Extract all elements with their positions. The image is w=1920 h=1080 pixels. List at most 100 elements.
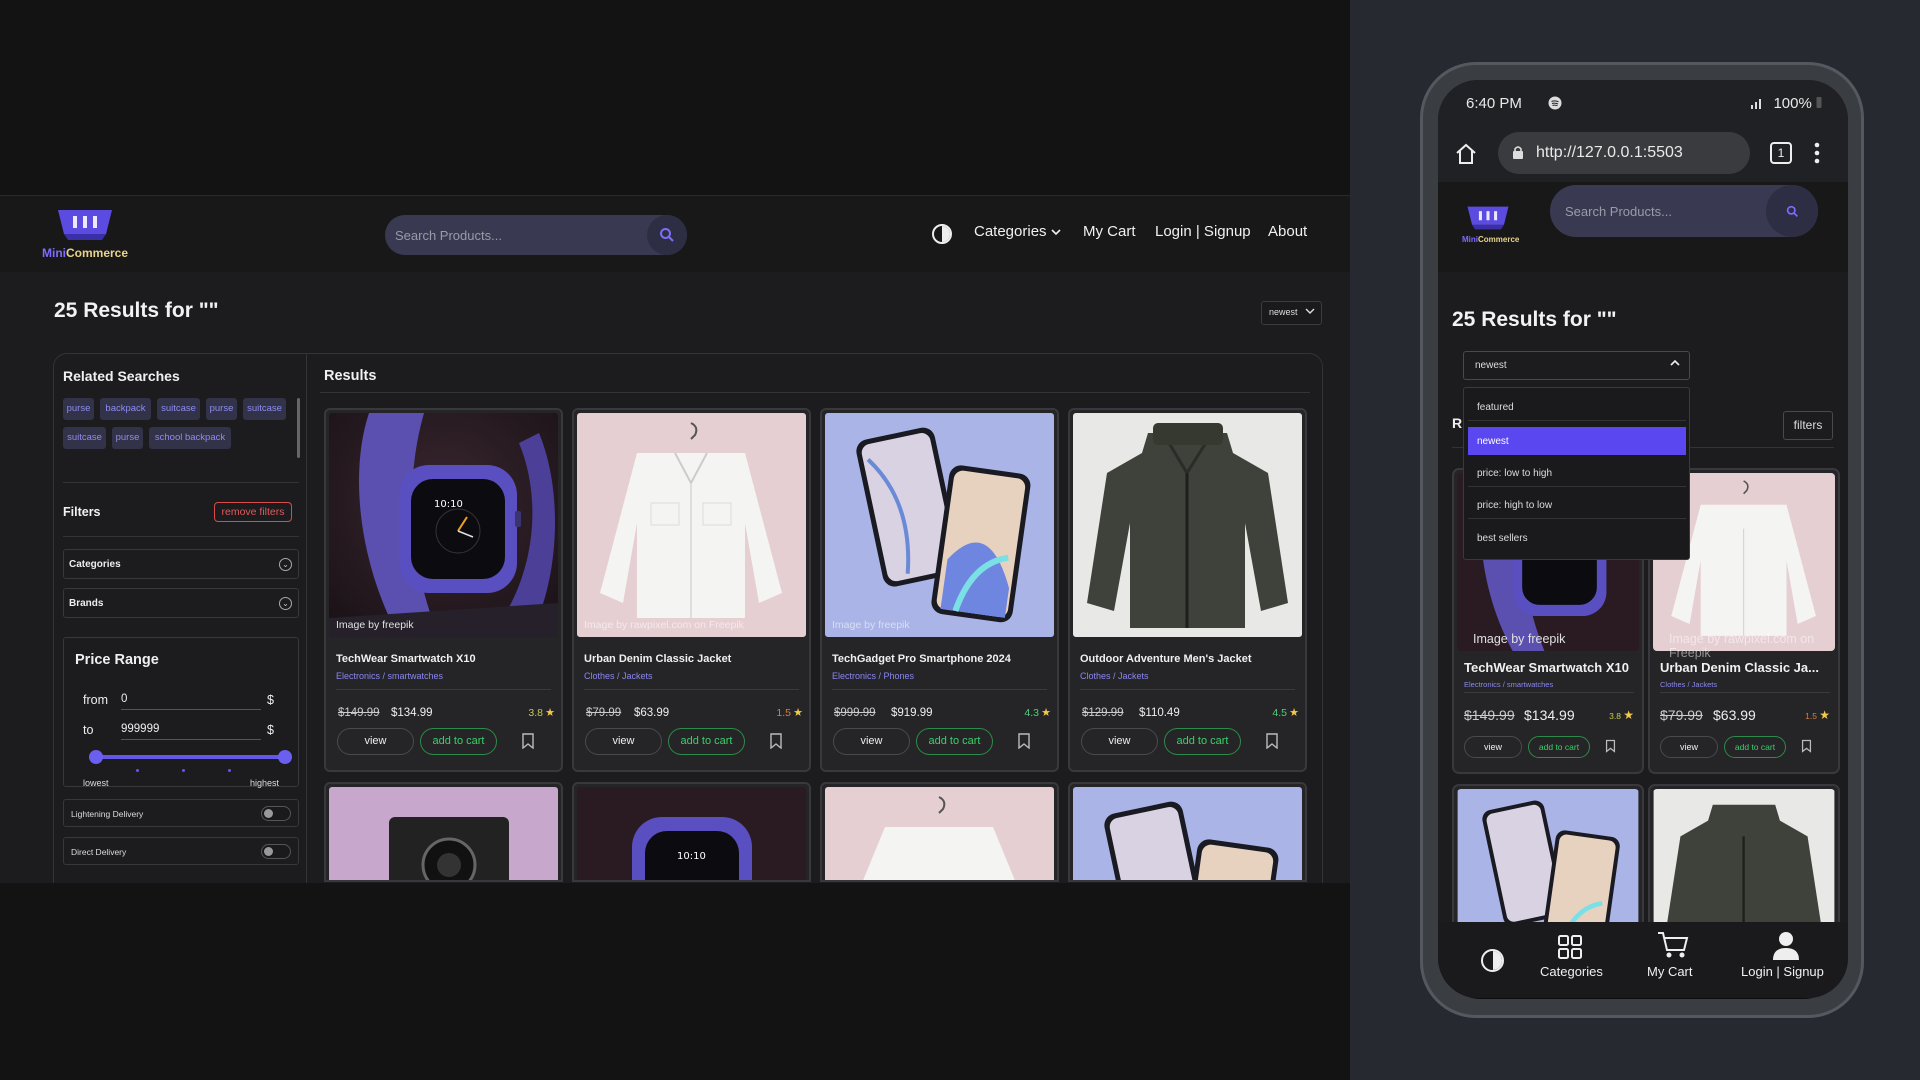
sort-option-newest[interactable]: newest [1468, 427, 1686, 455]
related-chip[interactable]: school backpack [149, 427, 231, 449]
add-to-cart-button[interactable]: add to cart [420, 728, 497, 755]
bookmark-icon[interactable] [1605, 739, 1616, 753]
add-to-cart-button[interactable]: add to cart [1528, 736, 1590, 758]
product-image[interactable] [1653, 789, 1835, 922]
remove-filters-button[interactable]: remove filters [214, 502, 292, 522]
add-to-cart-button[interactable]: add to cart [668, 728, 745, 755]
product-rating: 3.8 [1609, 711, 1621, 721]
product-image[interactable] [825, 787, 1054, 880]
bookmark-icon[interactable] [769, 733, 783, 749]
view-button[interactable]: view [1081, 728, 1158, 755]
product-title[interactable]: TechWear Smartwatch X10 [336, 653, 476, 665]
brands-accordion[interactable]: Brands ⌄ [63, 588, 299, 618]
product-category[interactable]: Clothes / Jackets [584, 671, 653, 681]
bottom-nav-login-signup[interactable]: Login | Signup [1733, 922, 1843, 998]
product-image[interactable] [577, 413, 806, 637]
price-to-input[interactable]: 999999 [121, 721, 261, 740]
price-from-input[interactable]: 0 [121, 691, 261, 710]
product-card[interactable]: Outdoor Adventure Men's Jacket Clothes /… [1068, 408, 1307, 772]
address-bar[interactable]: http://127.0.0.1:5503 [1498, 132, 1750, 174]
search-input[interactable] [385, 215, 645, 255]
add-to-cart-button[interactable]: add to cart [1164, 728, 1241, 755]
divider [832, 689, 1047, 690]
filters-button[interactable]: filters [1783, 411, 1833, 440]
related-chip[interactable]: purse [112, 427, 143, 449]
price-slider-max-handle[interactable] [278, 750, 292, 764]
categories-accordion[interactable]: Categories ⌄ [63, 549, 299, 579]
sort-option-price-low-high[interactable]: price: low to high [1468, 459, 1686, 487]
related-chip[interactable]: backpack [100, 398, 151, 420]
product-image[interactable] [1073, 413, 1302, 637]
product-title[interactable]: Urban Denim Classic Ja... [1660, 660, 1819, 675]
product-title[interactable]: Urban Denim Classic Jacket [584, 653, 731, 665]
view-button[interactable]: view [1660, 736, 1718, 758]
product-card[interactable] [1068, 782, 1307, 882]
home-icon[interactable] [1454, 142, 1478, 166]
nav-categories[interactable]: Categories [974, 223, 1061, 240]
site-logo[interactable]: MiniCommerce [1462, 205, 1522, 255]
related-chip[interactable]: purse [63, 398, 94, 420]
product-image[interactable]: 10:10 [329, 413, 558, 637]
site-logo[interactable]: MiniCommerce [42, 208, 132, 264]
bottom-nav-categories[interactable]: Categories [1533, 922, 1613, 998]
sort-option-price-high-low[interactable]: price: high to low [1468, 491, 1686, 519]
product-image[interactable] [1457, 789, 1639, 922]
chips-scrollbar[interactable] [297, 398, 300, 458]
product-title[interactable]: TechWear Smartwatch X10 [1464, 660, 1629, 675]
search-button[interactable] [1766, 185, 1818, 237]
theme-toggle-icon[interactable] [1481, 949, 1504, 972]
view-button[interactable]: view [1464, 736, 1522, 758]
bookmark-icon[interactable] [521, 733, 535, 749]
product-card[interactable] [324, 782, 563, 882]
product-image[interactable]: 10:10 [577, 787, 806, 880]
product-image[interactable] [329, 787, 558, 880]
product-category[interactable]: Clothes / Jackets [1080, 671, 1149, 681]
direct-delivery-switch[interactable] [261, 844, 291, 859]
product-card[interactable]: Image by freepik TechGadget Pro Smartpho… [820, 408, 1059, 772]
related-chip[interactable]: purse [206, 398, 237, 420]
bookmark-icon[interactable] [1017, 733, 1031, 749]
tab-switcher-button[interactable]: 1 [1770, 142, 1792, 164]
related-chip[interactable]: suitcase [243, 398, 286, 420]
product-card[interactable]: 10:10 [572, 782, 811, 882]
product-card[interactable] [820, 782, 1059, 882]
mobile-bottom-nav: Categories My Cart Login | Signup [1438, 922, 1848, 998]
product-title[interactable]: TechGadget Pro Smartphone 2024 [832, 653, 1011, 665]
product-card[interactable]: Image by rawpixel.com on Freepik Urban D… [572, 408, 811, 772]
theme-toggle-icon[interactable] [932, 224, 952, 244]
more-options-icon[interactable] [1814, 142, 1820, 164]
bookmark-icon[interactable] [1265, 733, 1279, 749]
price-slider-track[interactable] [96, 755, 286, 759]
view-button[interactable]: view [833, 728, 910, 755]
bottom-nav-my-cart[interactable]: My Cart [1638, 922, 1708, 998]
nav-my-cart[interactable]: My Cart [1083, 223, 1136, 240]
search-button[interactable] [647, 215, 687, 255]
product-category[interactable]: Electronics / Phones [832, 671, 914, 681]
product-card[interactable] [1648, 784, 1840, 924]
add-to-cart-button[interactable]: add to cart [916, 728, 993, 755]
sort-option-featured[interactable]: featured [1468, 393, 1686, 421]
product-card[interactable] [1452, 784, 1644, 924]
view-button[interactable]: view [585, 728, 662, 755]
related-chip[interactable]: suitcase [157, 398, 200, 420]
product-category[interactable]: Electronics / smartwatches [336, 671, 443, 681]
view-button[interactable]: view [337, 728, 414, 755]
related-chip[interactable]: suitcase [63, 427, 106, 449]
sort-option-best-sellers[interactable]: best sellers [1468, 524, 1686, 552]
product-image[interactable] [825, 413, 1054, 637]
sort-select-open[interactable]: newest [1463, 351, 1690, 380]
product-category[interactable]: Electronics / smartwatches [1464, 680, 1553, 689]
lightening-delivery-switch[interactable] [261, 806, 291, 821]
product-image[interactable] [1073, 787, 1302, 880]
nav-login-signup[interactable]: Login | Signup [1155, 223, 1251, 240]
product-title[interactable]: Outdoor Adventure Men's Jacket [1080, 653, 1252, 665]
divider [1080, 689, 1295, 690]
nav-about[interactable]: About [1268, 223, 1307, 240]
add-to-cart-button[interactable]: add to cart [1724, 736, 1786, 758]
sort-select[interactable]: newest [1261, 301, 1322, 325]
product-category[interactable]: Clothes / Jackets [1660, 680, 1717, 689]
search-input[interactable] [1550, 185, 1760, 237]
price-slider-min-handle[interactable] [89, 750, 103, 764]
product-card[interactable]: 10:10 Image by freepik TechWear Smartwat… [324, 408, 563, 772]
bookmark-icon[interactable] [1801, 739, 1812, 753]
